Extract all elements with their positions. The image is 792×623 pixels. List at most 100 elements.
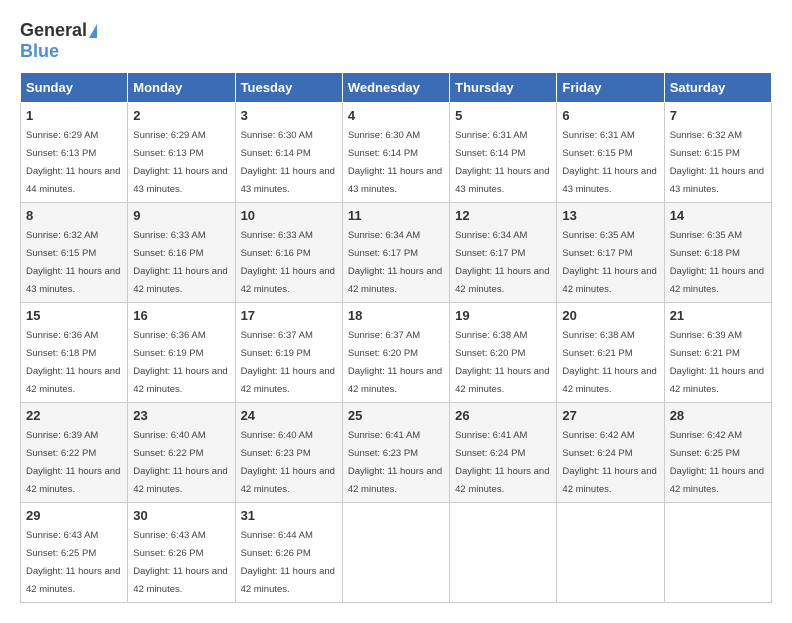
day-number: 8 bbox=[26, 208, 122, 223]
calendar-cell: 11Sunrise: 6:34 AMSunset: 6:17 PMDayligh… bbox=[342, 203, 449, 303]
day-info: Sunrise: 6:33 AMSunset: 6:16 PMDaylight:… bbox=[133, 230, 227, 295]
calendar-cell bbox=[557, 503, 664, 603]
day-number: 27 bbox=[562, 408, 658, 423]
day-info: Sunrise: 6:37 AMSunset: 6:20 PMDaylight:… bbox=[348, 330, 442, 395]
day-number: 14 bbox=[670, 208, 766, 223]
calendar-cell: 19 Sunrise: 6:38 AMSunset: 6:20 PMDayligh… bbox=[450, 303, 557, 403]
calendar: SundayMondayTuesdayWednesdayThursdayFrid… bbox=[20, 72, 772, 603]
day-number: 13 bbox=[562, 208, 658, 223]
day-number: 5 bbox=[455, 108, 551, 123]
day-number: 20 bbox=[562, 308, 658, 323]
day-number: 16 bbox=[133, 308, 229, 323]
day-info: Sunrise: 6:38 AMSunset: 6:21 PMDaylight:… bbox=[562, 330, 656, 395]
logo-general-text: General bbox=[20, 20, 87, 41]
calendar-cell: 14 Sunrise: 6:35 AMSunset: 6:18 PMDayligh… bbox=[664, 203, 771, 303]
day-info: Sunrise: 6:34 AMSunset: 6:17 PMDaylight:… bbox=[455, 230, 549, 295]
calendar-cell: 10 Sunrise: 6:33 AMSunset: 6:16 PMDayligh… bbox=[235, 203, 342, 303]
day-number: 2 bbox=[133, 108, 229, 123]
day-number: 17 bbox=[241, 308, 337, 323]
day-info: Sunrise: 6:35 AMSunset: 6:18 PMDaylight:… bbox=[670, 230, 764, 295]
calendar-cell: 13Sunrise: 6:35 AMSunset: 6:17 PMDayligh… bbox=[557, 203, 664, 303]
calendar-cell: 28 Sunrise: 6:42 AMSunset: 6:25 PMDayligh… bbox=[664, 403, 771, 503]
calendar-cell: 27 Sunrise: 6:42 AMSunset: 6:24 PMDayligh… bbox=[557, 403, 664, 503]
day-header: Monday bbox=[128, 73, 235, 103]
calendar-cell bbox=[664, 503, 771, 603]
calendar-cell: 18 Sunrise: 6:37 AMSunset: 6:20 PMDayligh… bbox=[342, 303, 449, 403]
day-info: Sunrise: 6:39 AMSunset: 6:21 PMDaylight:… bbox=[670, 330, 764, 395]
day-info: Sunrise: 6:37 AMSunset: 6:19 PMDaylight:… bbox=[241, 330, 335, 395]
day-info: Sunrise: 6:38 AMSunset: 6:20 PMDaylight:… bbox=[455, 330, 549, 395]
day-header: Thursday bbox=[450, 73, 557, 103]
day-header: Sunday bbox=[21, 73, 128, 103]
day-number: 7 bbox=[670, 108, 766, 123]
day-info: Sunrise: 6:36 AMSunset: 6:19 PMDaylight:… bbox=[133, 330, 227, 395]
calendar-cell: 1 Sunrise: 6:29 AMSunset: 6:13 PMDaylight… bbox=[21, 103, 128, 203]
calendar-cell: 31Sunrise: 6:44 AMSunset: 6:26 PMDayligh… bbox=[235, 503, 342, 603]
calendar-cell: 2 Sunrise: 6:29 AMSunset: 6:13 PMDaylight… bbox=[128, 103, 235, 203]
header: General Blue bbox=[20, 20, 772, 62]
calendar-cell bbox=[450, 503, 557, 603]
day-info: Sunrise: 6:30 AMSunset: 6:14 PMDaylight:… bbox=[348, 130, 442, 195]
day-info: Sunrise: 6:29 AMSunset: 6:13 PMDaylight:… bbox=[133, 130, 227, 195]
day-number: 1 bbox=[26, 108, 122, 123]
day-number: 4 bbox=[348, 108, 444, 123]
calendar-cell: 6 Sunrise: 6:31 AMSunset: 6:15 PMDaylight… bbox=[557, 103, 664, 203]
calendar-cell: 25 Sunrise: 6:41 AMSunset: 6:23 PMDayligh… bbox=[342, 403, 449, 503]
calendar-cell: 22 Sunrise: 6:39 AMSunset: 6:22 PMDayligh… bbox=[21, 403, 128, 503]
day-info: Sunrise: 6:41 AMSunset: 6:23 PMDaylight:… bbox=[348, 430, 442, 495]
day-info: Sunrise: 6:29 AMSunset: 6:13 PMDaylight:… bbox=[26, 130, 120, 195]
day-number: 18 bbox=[348, 308, 444, 323]
day-info: Sunrise: 6:32 AMSunset: 6:15 PMDaylight:… bbox=[670, 130, 764, 195]
calendar-cell: 12 Sunrise: 6:34 AMSunset: 6:17 PMDayligh… bbox=[450, 203, 557, 303]
day-number: 30 bbox=[133, 508, 229, 523]
day-info: Sunrise: 6:31 AMSunset: 6:15 PMDaylight:… bbox=[562, 130, 656, 195]
calendar-cell bbox=[342, 503, 449, 603]
day-info: Sunrise: 6:42 AMSunset: 6:25 PMDaylight:… bbox=[670, 430, 764, 495]
day-info: Sunrise: 6:31 AMSunset: 6:14 PMDaylight:… bbox=[455, 130, 549, 195]
day-info: Sunrise: 6:30 AMSunset: 6:14 PMDaylight:… bbox=[241, 130, 335, 195]
logo-blue-text: Blue bbox=[20, 41, 59, 62]
day-number: 28 bbox=[670, 408, 766, 423]
calendar-cell: 17 Sunrise: 6:37 AMSunset: 6:19 PMDayligh… bbox=[235, 303, 342, 403]
calendar-cell: 24 Sunrise: 6:40 AMSunset: 6:23 PMDayligh… bbox=[235, 403, 342, 503]
calendar-cell: 7 Sunrise: 6:32 AMSunset: 6:15 PMDaylight… bbox=[664, 103, 771, 203]
day-info: Sunrise: 6:43 AMSunset: 6:25 PMDaylight:… bbox=[26, 530, 120, 595]
day-info: Sunrise: 6:40 AMSunset: 6:22 PMDaylight:… bbox=[133, 430, 227, 495]
day-number: 24 bbox=[241, 408, 337, 423]
calendar-cell: 23 Sunrise: 6:40 AMSunset: 6:22 PMDayligh… bbox=[128, 403, 235, 503]
day-number: 10 bbox=[241, 208, 337, 223]
day-number: 29 bbox=[26, 508, 122, 523]
day-number: 9 bbox=[133, 208, 229, 223]
calendar-cell: 15Sunrise: 6:36 AMSunset: 6:18 PMDayligh… bbox=[21, 303, 128, 403]
day-header: Friday bbox=[557, 73, 664, 103]
day-number: 25 bbox=[348, 408, 444, 423]
calendar-cell: 8 Sunrise: 6:32 AMSunset: 6:15 PMDaylight… bbox=[21, 203, 128, 303]
day-number: 11 bbox=[348, 208, 444, 223]
calendar-cell: 26Sunrise: 6:41 AMSunset: 6:24 PMDayligh… bbox=[450, 403, 557, 503]
calendar-cell: 16 Sunrise: 6:36 AMSunset: 6:19 PMDayligh… bbox=[128, 303, 235, 403]
calendar-cell: 3 Sunrise: 6:30 AMSunset: 6:14 PMDaylight… bbox=[235, 103, 342, 203]
day-info: Sunrise: 6:43 AMSunset: 6:26 PMDaylight:… bbox=[133, 530, 227, 595]
day-info: Sunrise: 6:32 AMSunset: 6:15 PMDaylight:… bbox=[26, 230, 120, 295]
day-info: Sunrise: 6:41 AMSunset: 6:24 PMDaylight:… bbox=[455, 430, 549, 495]
day-info: Sunrise: 6:42 AMSunset: 6:24 PMDaylight:… bbox=[562, 430, 656, 495]
calendar-cell: 5 Sunrise: 6:31 AMSunset: 6:14 PMDaylight… bbox=[450, 103, 557, 203]
logo-icon bbox=[89, 24, 97, 38]
day-number: 6 bbox=[562, 108, 658, 123]
day-number: 21 bbox=[670, 308, 766, 323]
day-number: 12 bbox=[455, 208, 551, 223]
calendar-cell: 29 Sunrise: 6:43 AMSunset: 6:25 PMDayligh… bbox=[21, 503, 128, 603]
calendar-cell: 9 Sunrise: 6:33 AMSunset: 6:16 PMDaylight… bbox=[128, 203, 235, 303]
day-header: Wednesday bbox=[342, 73, 449, 103]
day-number: 3 bbox=[241, 108, 337, 123]
logo: General Blue bbox=[20, 20, 97, 62]
day-info: Sunrise: 6:39 AMSunset: 6:22 PMDaylight:… bbox=[26, 430, 120, 495]
day-number: 15 bbox=[26, 308, 122, 323]
day-info: Sunrise: 6:40 AMSunset: 6:23 PMDaylight:… bbox=[241, 430, 335, 495]
day-number: 19 bbox=[455, 308, 551, 323]
day-number: 23 bbox=[133, 408, 229, 423]
day-number: 22 bbox=[26, 408, 122, 423]
day-number: 31 bbox=[241, 508, 337, 523]
calendar-cell: 4 Sunrise: 6:30 AMSunset: 6:14 PMDaylight… bbox=[342, 103, 449, 203]
day-info: Sunrise: 6:33 AMSunset: 6:16 PMDaylight:… bbox=[241, 230, 335, 295]
